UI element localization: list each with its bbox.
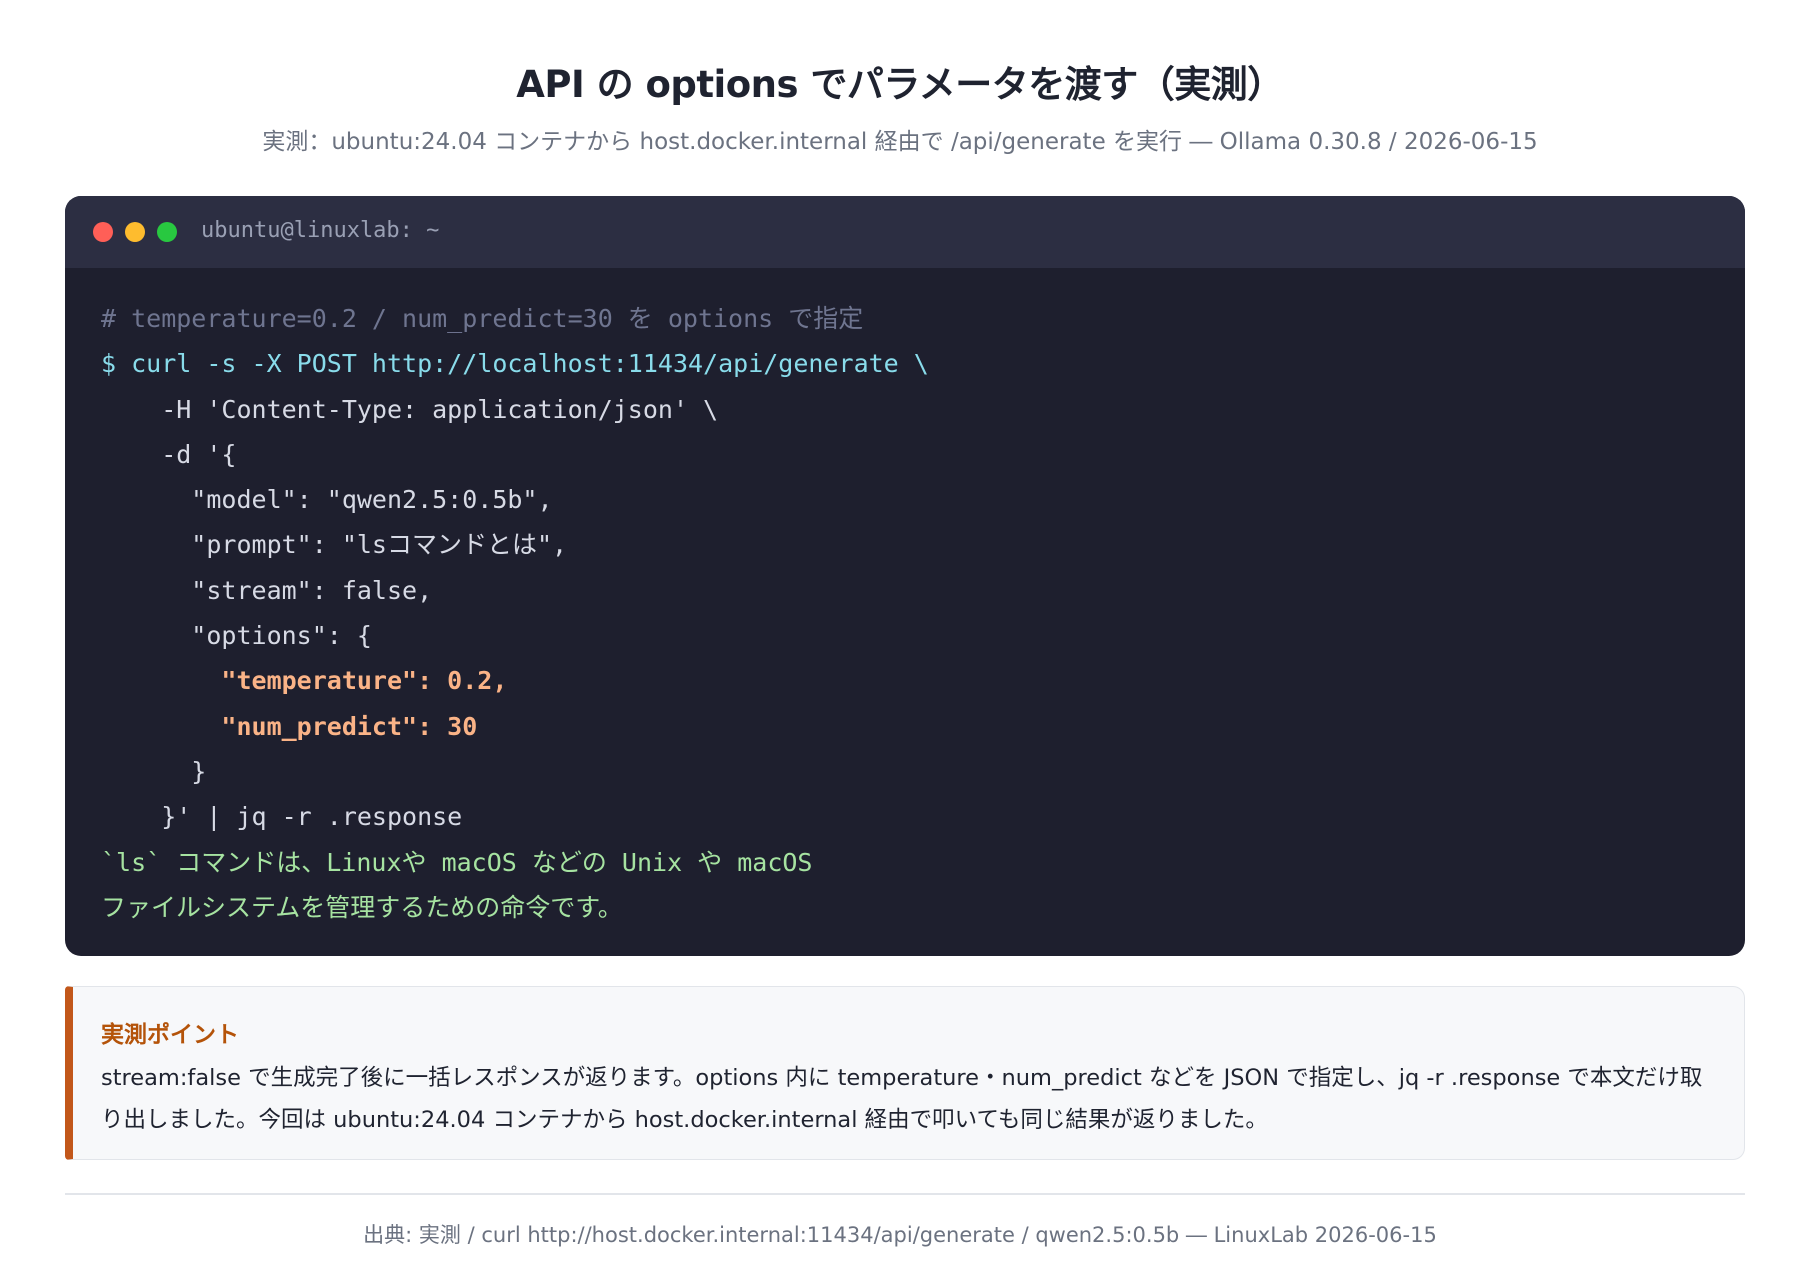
terminal-line-options-open: "options": { bbox=[101, 621, 372, 651]
terminal-line-jq: }' | jq -r .response bbox=[101, 802, 463, 832]
callout-body: stream:false で生成完了後に一括レスポンスが返ります。options… bbox=[101, 1065, 1703, 1133]
callout-title: 実測ポイント bbox=[101, 1022, 239, 1048]
page-subtitle: 実測：ubuntu:24.04 コンテナから host.docker.inter… bbox=[262, 129, 1538, 155]
terminal-line-options-close: } bbox=[101, 756, 207, 786]
terminal-line-temperature: "temperature": 0.2, bbox=[101, 666, 508, 696]
terminal-line-command: $ curl -s -X POST http://localhost:11434… bbox=[101, 349, 929, 379]
terminal-line-response-2: ファイルシステムを管理するための命令です。 bbox=[101, 892, 623, 922]
terminal-line-header-flag: -H 'Content-Type: application/json' \ bbox=[101, 394, 719, 424]
terminal-line-prompt: "prompt": "lsコマンドとは", bbox=[101, 530, 568, 560]
terminal-output[interactable]: # temperature=0.2 / num_predict=30 を opt… bbox=[101, 296, 1725, 930]
callout-box: 実測ポイント stream:false で生成完了後に一括レスポンスが返ります。… bbox=[65, 986, 1745, 1160]
page: API の options でパラメータを渡す（実測） 実測：ubuntu:24… bbox=[0, 0, 1800, 1282]
terminal-titlebar: ubuntu@linuxlab: ~ bbox=[65, 196, 1745, 268]
minimize-window-icon[interactable] bbox=[125, 222, 145, 242]
terminal-line-num-predict: "num_predict": 30 bbox=[101, 711, 478, 741]
terminal-line-stream: "stream": false, bbox=[101, 575, 433, 605]
terminal-title: ubuntu@linuxlab: ~ bbox=[201, 218, 440, 243]
close-window-icon[interactable] bbox=[93, 222, 113, 242]
terminal-window: ubuntu@linuxlab: ~ # temperature=0.2 / n… bbox=[65, 196, 1745, 956]
page-title: API の options でパラメータを渡す（実測） bbox=[516, 63, 1284, 106]
terminal-line-model: "model": "qwen2.5:0.5b", bbox=[101, 485, 553, 515]
maximize-window-icon[interactable] bbox=[157, 222, 177, 242]
source-citation: 出典: 実測 / curl http://host.docker.interna… bbox=[363, 1223, 1437, 1247]
terminal-line-data-flag: -d '{ bbox=[101, 439, 237, 469]
footer-divider bbox=[65, 1193, 1745, 1195]
terminal-line-response-1: `ls` コマンドは、Linuxや macOS などの Unix や macOS bbox=[101, 847, 813, 877]
terminal-line-comment: # temperature=0.2 / num_predict=30 を opt… bbox=[101, 304, 864, 333]
